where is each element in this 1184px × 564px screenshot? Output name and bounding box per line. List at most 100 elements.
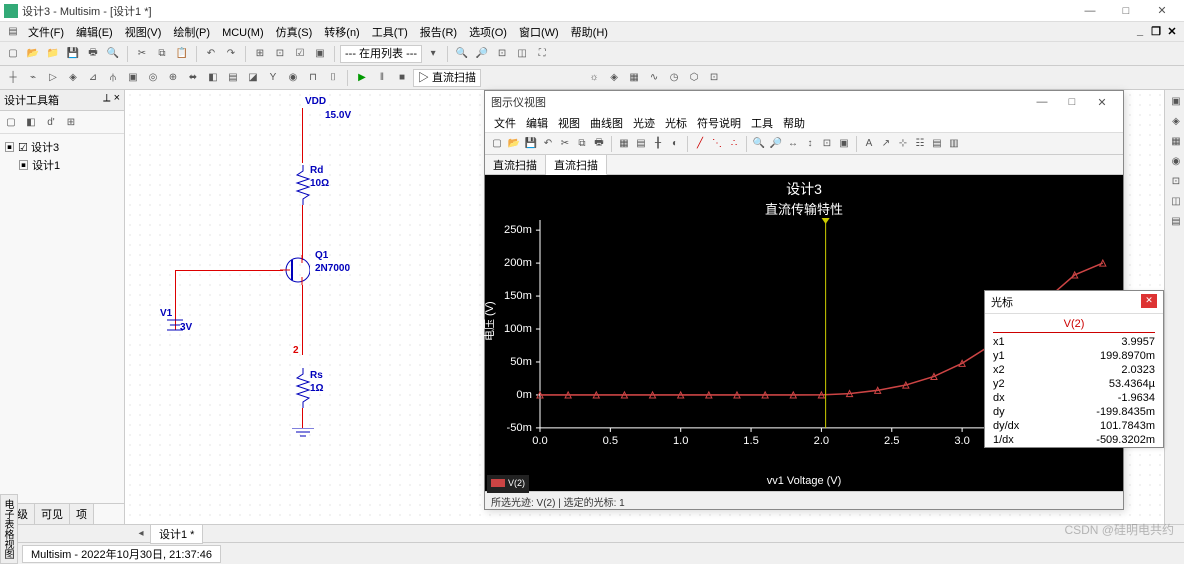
mdi-minimize-button[interactable]: _ bbox=[1132, 25, 1148, 38]
sb-tb-2-icon[interactable]: ◧ bbox=[22, 113, 40, 131]
instr-2-icon[interactable]: ◈ bbox=[605, 69, 623, 87]
menu-item[interactable]: 选项(O) bbox=[463, 27, 513, 39]
g-cursor-icon[interactable]: ╂ bbox=[650, 136, 666, 152]
g-new-icon[interactable]: ▢ bbox=[489, 136, 505, 152]
zoom-in-icon[interactable]: 🔍 bbox=[453, 45, 471, 63]
comp-1-icon[interactable]: ┼ bbox=[4, 69, 22, 87]
menu-item[interactable]: 报告(R) bbox=[414, 27, 463, 39]
instr-7-icon[interactable]: ⊡ bbox=[705, 69, 723, 87]
menu-item[interactable]: 编辑(E) bbox=[70, 27, 119, 39]
comp-2-icon[interactable]: ⌁ bbox=[24, 69, 42, 87]
grapher-menu-item[interactable]: 文件 bbox=[489, 115, 521, 131]
fullscreen-icon[interactable]: ⛶ bbox=[533, 45, 551, 63]
grapher-menu-item[interactable]: 视图 bbox=[553, 115, 585, 131]
grapher-menu-item[interactable]: 光标 bbox=[660, 115, 692, 131]
grapher-minimize-button[interactable]: — bbox=[1027, 96, 1057, 108]
instr-5-icon[interactable]: ◷ bbox=[665, 69, 683, 87]
zoom-area-icon[interactable]: ◫ bbox=[513, 45, 531, 63]
g-excel-icon[interactable]: ☷ bbox=[912, 136, 928, 152]
comp-13-icon[interactable]: ◪ bbox=[244, 69, 262, 87]
ri-1-icon[interactable]: ▣ bbox=[1167, 92, 1184, 110]
g-text-icon[interactable]: A bbox=[861, 136, 877, 152]
menu-item[interactable]: 转移(n) bbox=[318, 27, 365, 39]
sim-action-combo[interactable]: ▷ 直流扫描 bbox=[413, 69, 481, 87]
grapher-close-button[interactable]: ✕ bbox=[1087, 96, 1117, 109]
design-tree[interactable]: ▣ ☑ 设计3 ▣ 设计1 bbox=[0, 134, 124, 178]
g-grid-icon[interactable]: ▦ bbox=[616, 136, 632, 152]
g-bw-icon[interactable]: ◐ bbox=[667, 136, 683, 152]
grapher-tab[interactable]: 直流扫描 bbox=[546, 155, 607, 175]
comp-16-icon[interactable]: ⊓ bbox=[304, 69, 322, 87]
comp-17-icon[interactable]: ⌷ bbox=[324, 69, 342, 87]
zoom-out-icon[interactable]: 🔎 bbox=[473, 45, 491, 63]
app-menu-icon[interactable]: ▤ bbox=[4, 23, 22, 41]
sb-tb-3-icon[interactable]: d' bbox=[42, 113, 60, 131]
open2-icon[interactable]: 📁 bbox=[44, 45, 62, 63]
g-arrow-icon[interactable]: ↗ bbox=[878, 136, 894, 152]
dropdown-icon[interactable]: ▾ bbox=[424, 45, 442, 63]
comp-5-icon[interactable]: ⊿ bbox=[84, 69, 102, 87]
minimize-button[interactable]: — bbox=[1072, 5, 1108, 17]
ri-2-icon[interactable]: ◈ bbox=[1167, 112, 1184, 130]
menu-item[interactable]: 文件(F) bbox=[22, 27, 70, 39]
zoom-fit-icon[interactable]: ⊡ bbox=[493, 45, 511, 63]
menu-item[interactable]: 视图(V) bbox=[119, 27, 168, 39]
menu-item[interactable]: 绘制(P) bbox=[167, 27, 216, 39]
g-cut-icon[interactable]: ✂ bbox=[557, 136, 573, 152]
mdi-restore-button[interactable]: ❐ bbox=[1148, 25, 1164, 38]
open-icon[interactable]: 📂 bbox=[24, 45, 42, 63]
sb-tb-1-icon[interactable]: ▢ bbox=[2, 113, 20, 131]
grapher-tab[interactable]: 直流扫描 bbox=[485, 155, 546, 174]
g-open-icon[interactable]: 📂 bbox=[506, 136, 522, 152]
comp-3-icon[interactable]: ▷ bbox=[44, 69, 62, 87]
tb-icon-3[interactable]: ☑ bbox=[291, 45, 309, 63]
mdi-close-button[interactable]: ✕ bbox=[1164, 25, 1180, 38]
g-zoomfit-icon[interactable]: ⊡ bbox=[819, 136, 835, 152]
g-save-icon[interactable]: 💾 bbox=[523, 136, 539, 152]
paste-icon[interactable]: 📋 bbox=[173, 45, 191, 63]
instr-6-icon[interactable]: ⬡ bbox=[685, 69, 703, 87]
ri-7-icon[interactable]: ▤ bbox=[1167, 212, 1184, 230]
preview-icon[interactable]: 🔍 bbox=[104, 45, 122, 63]
sidebar-tab[interactable]: 项 bbox=[70, 504, 94, 524]
tab-scroll-left-icon[interactable]: ◂ bbox=[132, 525, 150, 543]
g-misc3-icon[interactable]: ▥ bbox=[946, 136, 962, 152]
g-zoomx-icon[interactable]: ↔ bbox=[785, 136, 801, 152]
close-button[interactable]: ✕ bbox=[1144, 4, 1180, 17]
grapher-menu-item[interactable]: 光迹 bbox=[628, 115, 660, 131]
g-zoomout-icon[interactable]: 🔎 bbox=[768, 136, 784, 152]
ri-3-icon[interactable]: ▦ bbox=[1167, 132, 1184, 150]
menu-item[interactable]: 仿真(S) bbox=[270, 27, 319, 39]
schematic-canvas[interactable]: VDD 15.0V Rd 10Ω Q1 2N7000 V1 3V 2 Rs 1Ω bbox=[125, 90, 1164, 524]
stop-icon[interactable]: ■ bbox=[393, 69, 411, 87]
cursor-panel[interactable]: 光标 ✕ V(2) x13.9957y1199.8970mx22.0323y25… bbox=[984, 290, 1164, 448]
g-print-icon[interactable]: 🖶 bbox=[591, 136, 607, 152]
g-zoomy-icon[interactable]: ↕ bbox=[802, 136, 818, 152]
tree-child[interactable]: 设计1 bbox=[32, 160, 60, 172]
pause-icon[interactable]: ‖ bbox=[373, 69, 391, 87]
g-copy-icon[interactable]: ⧉ bbox=[574, 136, 590, 152]
instr-1-icon[interactable]: ☼ bbox=[585, 69, 603, 87]
grapher-menu-item[interactable]: 曲线图 bbox=[585, 115, 628, 131]
ri-6-icon[interactable]: ◫ bbox=[1167, 192, 1184, 210]
copy-icon[interactable]: ⧉ bbox=[153, 45, 171, 63]
print-icon[interactable]: 🖶 bbox=[84, 45, 102, 63]
new-icon[interactable]: ▢ bbox=[4, 45, 22, 63]
tb-icon-2[interactable]: ⊡ bbox=[271, 45, 289, 63]
menu-item[interactable]: 窗口(W) bbox=[513, 27, 565, 39]
cursor-close-button[interactable]: ✕ bbox=[1141, 294, 1157, 308]
inuse-list-combo[interactable]: --- 在用列表 --- bbox=[340, 45, 422, 63]
g-m1-icon[interactable]: ╱ bbox=[692, 136, 708, 152]
g-zoomall-icon[interactable]: ▣ bbox=[836, 136, 852, 152]
grapher-menu-item[interactable]: 工具 bbox=[746, 115, 778, 131]
g-misc2-icon[interactable]: ▤ bbox=[929, 136, 945, 152]
menu-item[interactable]: 工具(T) bbox=[366, 27, 414, 39]
grapher-maximize-button[interactable]: □ bbox=[1057, 96, 1087, 108]
sidebar-tab[interactable]: 可见 bbox=[35, 504, 70, 524]
g-misc1-icon[interactable]: ⊹ bbox=[895, 136, 911, 152]
comp-6-icon[interactable]: ⫛ bbox=[104, 69, 122, 87]
comp-12-icon[interactable]: ▤ bbox=[224, 69, 242, 87]
grapher-menu-item[interactable]: 编辑 bbox=[521, 115, 553, 131]
tb-icon-1[interactable]: ⊞ bbox=[251, 45, 269, 63]
undo-icon[interactable]: ↶ bbox=[202, 45, 220, 63]
